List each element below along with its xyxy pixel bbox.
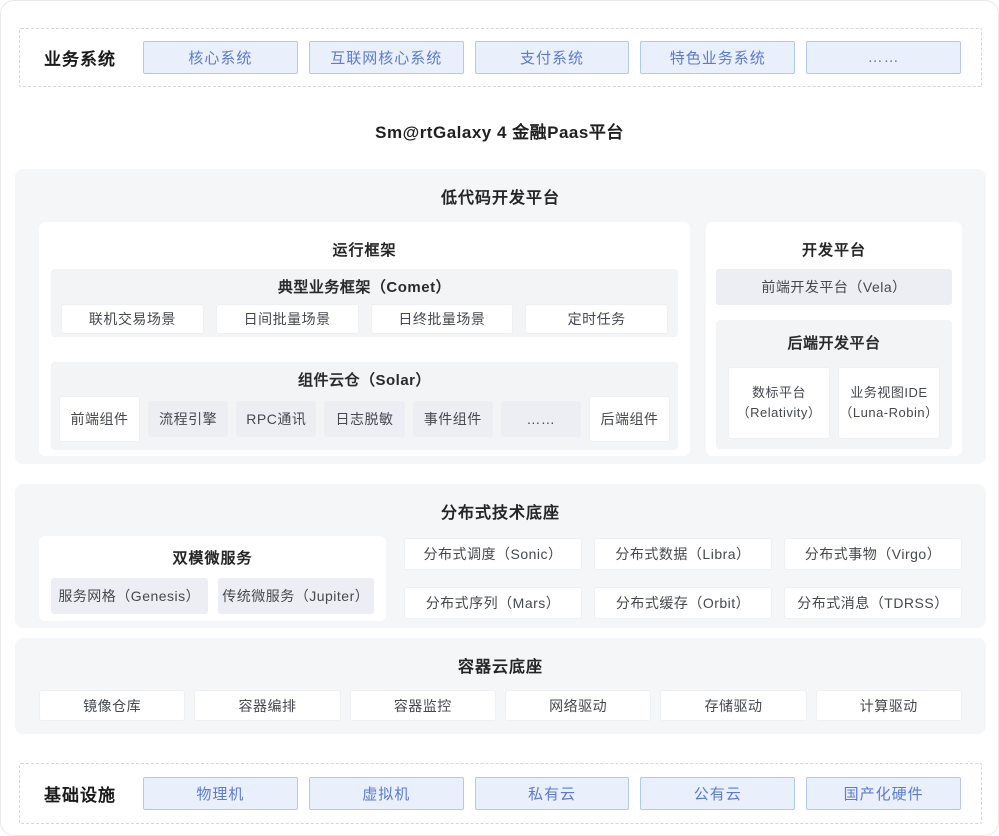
lowcode-platform-title: 低代码开发平台: [39, 169, 962, 208]
solar-component-panel: 组件云仓（Solar） 前端组件 流程引擎 RPC通讯 日志脱敏 事件组件 ………: [51, 362, 678, 450]
distributed-services-grid: 分布式调度（Sonic） 分布式数据（Libra） 分布式事物（Virgo） 分…: [404, 536, 962, 621]
infrastructure-row: 基础设施 物理机 虚拟机 私有云 公有云 国产化硬件: [19, 763, 982, 824]
infrastructure-label: 基础设施: [44, 781, 143, 806]
node-frontend-component: 前端组件: [59, 396, 140, 442]
node-orbit-cache: 分布式缓存（Orbit）: [594, 587, 772, 619]
node-virgo-transaction: 分布式事物（Virgo）: [784, 538, 962, 570]
node-tdrss-message: 分布式消息（TDRSS）: [784, 587, 962, 619]
node-process-engine: 流程引擎: [148, 401, 228, 437]
runtime-framework-panel: 运行框架 典型业务框架（Comet） 联机交易场景 日间批量场景 日终批量场景 …: [39, 222, 690, 456]
lowcode-body: 运行框架 典型业务框架（Comet） 联机交易场景 日间批量场景 日终批量场景 …: [39, 222, 962, 456]
dual-mode-items: 服务网格（Genesis） 传统微服务（Jupiter）: [51, 578, 374, 614]
node-libra-data: 分布式数据（Libra）: [594, 538, 772, 570]
business-systems-items: 核心系统 互联网核心系统 支付系统 特色业务系统 ……: [143, 41, 981, 74]
node-private-cloud: 私有云: [475, 777, 630, 810]
container-cloud-title: 容器云底座: [39, 638, 962, 677]
node-sonic-scheduling: 分布式调度（Sonic）: [404, 538, 582, 570]
comet-framework-title: 典型业务框架（Comet）: [51, 269, 678, 297]
node-core-system: 核心系统: [143, 41, 298, 74]
node-special-business-system: 特色业务系统: [640, 41, 795, 74]
dev-platform-title: 开发平台: [706, 222, 962, 260]
node-payment-system: 支付系统: [475, 41, 630, 74]
node-physical-machine: 物理机: [143, 777, 298, 810]
container-cloud-section: 容器云底座 镜像仓库 容器编排 容器监控 网络驱动 存储驱动 计算驱动: [15, 638, 986, 734]
lowcode-platform-section: 低代码开发平台 运行框架 典型业务框架（Comet） 联机交易场景 日间批量场景…: [15, 169, 986, 464]
page-title: Sm@rtGalaxy 4 金融Paas平台: [1, 118, 998, 143]
node-virtual-machine: 虚拟机: [309, 777, 464, 810]
node-image-registry: 镜像仓库: [39, 690, 185, 721]
distributed-base-title: 分布式技术底座: [39, 484, 962, 523]
node-domestic-hardware: 国产化硬件: [806, 777, 961, 810]
node-genesis-service-mesh: 服务网格（Genesis）: [51, 578, 208, 614]
dual-mode-microservice-panel: 双模微服务 服务网格（Genesis） 传统微服务（Jupiter）: [39, 536, 386, 621]
node-log-masking: 日志脱敏: [324, 401, 404, 437]
node-event-component: 事件组件: [413, 401, 493, 437]
container-cloud-items: 镜像仓库 容器编排 容器监控 网络驱动 存储驱动 计算驱动: [39, 690, 962, 721]
solar-component-title: 组件云仓（Solar）: [51, 362, 678, 390]
node-luna-robin-line2: （Luna-Robin）: [839, 403, 938, 423]
node-internet-core-system: 互联网核心系统: [309, 41, 464, 74]
dual-mode-title: 双模微服务: [39, 536, 386, 568]
node-online-transaction-scene: 联机交易场景: [61, 304, 204, 334]
node-container-monitoring: 容器监控: [350, 690, 496, 721]
node-backend-component: 后端组件: [589, 396, 670, 442]
node-container-orchestration: 容器编排: [194, 690, 340, 721]
node-relativity-data-platform: 数标平台 （Relativity）: [728, 367, 830, 439]
node-storage-driver: 存储驱动: [660, 690, 806, 721]
node-mars-sequence: 分布式序列（Mars）: [404, 587, 582, 619]
node-relativity-line1: 数标平台: [752, 383, 806, 403]
business-systems-row: 业务系统 核心系统 互联网核心系统 支付系统 特色业务系统 ……: [19, 28, 982, 87]
dev-platform-panel: 开发平台 前端开发平台（Vela） 后端开发平台 数标平台 （Relativit…: [706, 222, 962, 456]
distributed-base-section: 分布式技术底座 双模微服务 服务网格（Genesis） 传统微服务（Jupite…: [15, 484, 986, 628]
backend-dev-title: 后端开发平台: [716, 320, 952, 353]
infrastructure-items: 物理机 虚拟机 私有云 公有云 国产化硬件: [143, 777, 981, 810]
node-luna-robin-ide: 业务视图IDE （Luna-Robin）: [838, 367, 940, 439]
backend-dev-panel: 后端开发平台 数标平台 （Relativity） 业务视图IDE （Luna-R…: [716, 320, 952, 449]
node-compute-driver: 计算驱动: [816, 690, 962, 721]
business-systems-label: 业务系统: [44, 45, 143, 70]
node-public-cloud: 公有云: [640, 777, 795, 810]
node-scheduled-task: 定时任务: [525, 304, 668, 334]
node-solar-ellipsis: ……: [501, 401, 581, 437]
comet-items: 联机交易场景 日间批量场景 日终批量场景 定时任务: [61, 304, 668, 334]
solar-items: 前端组件 流程引擎 RPC通讯 日志脱敏 事件组件 …… 后端组件: [59, 396, 670, 442]
runtime-framework-title: 运行框架: [39, 222, 690, 260]
node-jupiter-microservice: 传统微服务（Jupiter）: [218, 578, 375, 614]
node-business-ellipsis: ……: [806, 41, 961, 74]
backend-dev-items: 数标平台 （Relativity） 业务视图IDE （Luna-Robin）: [728, 367, 940, 439]
comet-framework-panel: 典型业务框架（Comet） 联机交易场景 日间批量场景 日终批量场景 定时任务: [51, 269, 678, 337]
node-luna-robin-line1: 业务视图IDE: [850, 383, 927, 403]
node-relativity-line2: （Relativity）: [737, 403, 822, 423]
node-vela-frontend-dev-platform: 前端开发平台（Vela）: [716, 269, 952, 305]
distributed-body: 双模微服务 服务网格（Genesis） 传统微服务（Jupiter） 分布式调度…: [39, 536, 962, 621]
node-network-driver: 网络驱动: [505, 690, 651, 721]
architecture-diagram: 业务系统 核心系统 互联网核心系统 支付系统 特色业务系统 …… Sm@rtGa…: [0, 0, 999, 836]
node-rpc-communication: RPC通讯: [236, 401, 316, 437]
node-daytime-batch-scene: 日间批量场景: [216, 304, 359, 334]
node-eod-batch-scene: 日终批量场景: [371, 304, 514, 334]
